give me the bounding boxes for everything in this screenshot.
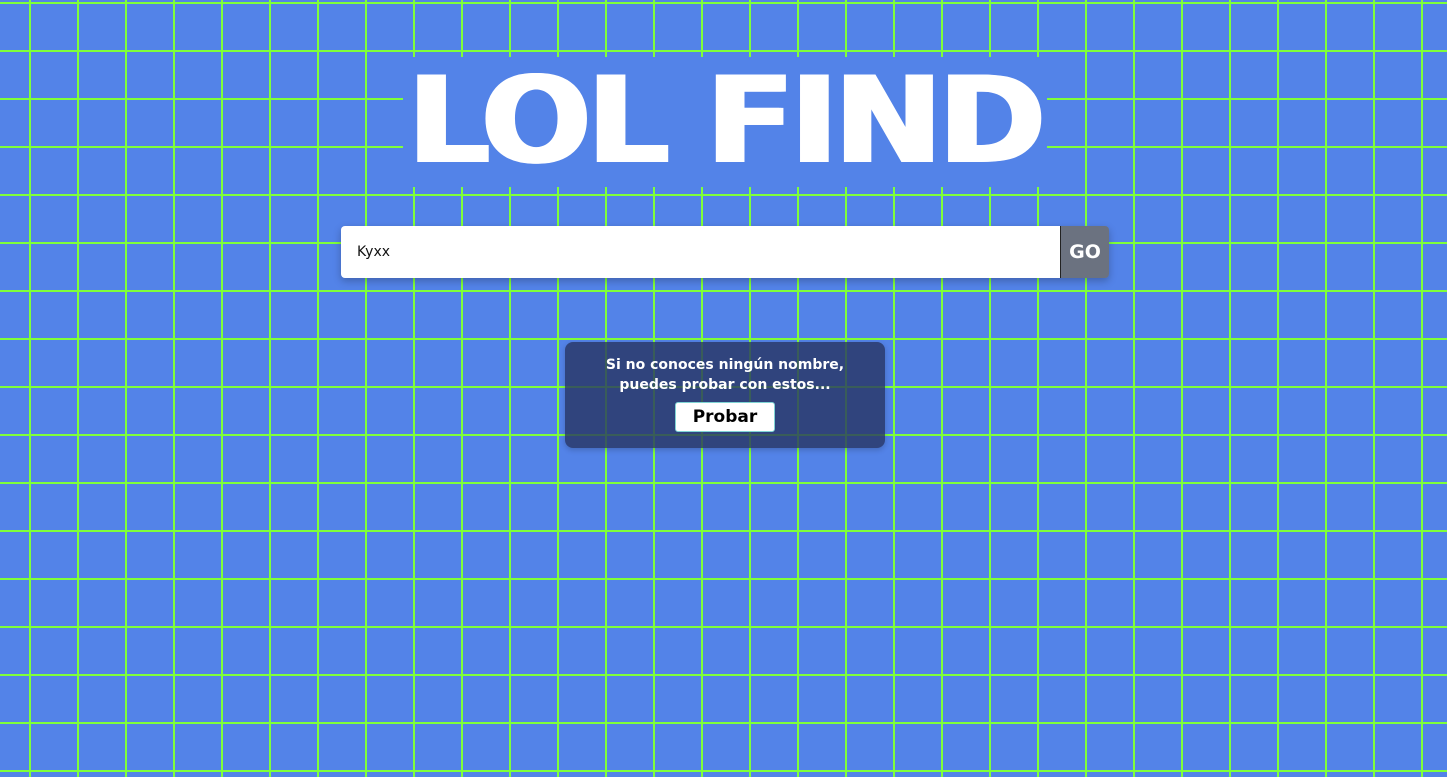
page-title: LOL FIND [407,52,1046,191]
title-container: LOL FIND [403,57,1047,187]
search-input[interactable] [341,226,1061,278]
suggestion-card: Si no conoces ningún nombre, puedes prob… [565,342,885,448]
probar-button[interactable]: Probar [674,402,776,432]
search-bar: GO [341,226,1109,278]
suggestion-text: Si no conoces ningún nombre, puedes prob… [605,357,845,393]
go-button[interactable]: GO [1061,226,1109,278]
